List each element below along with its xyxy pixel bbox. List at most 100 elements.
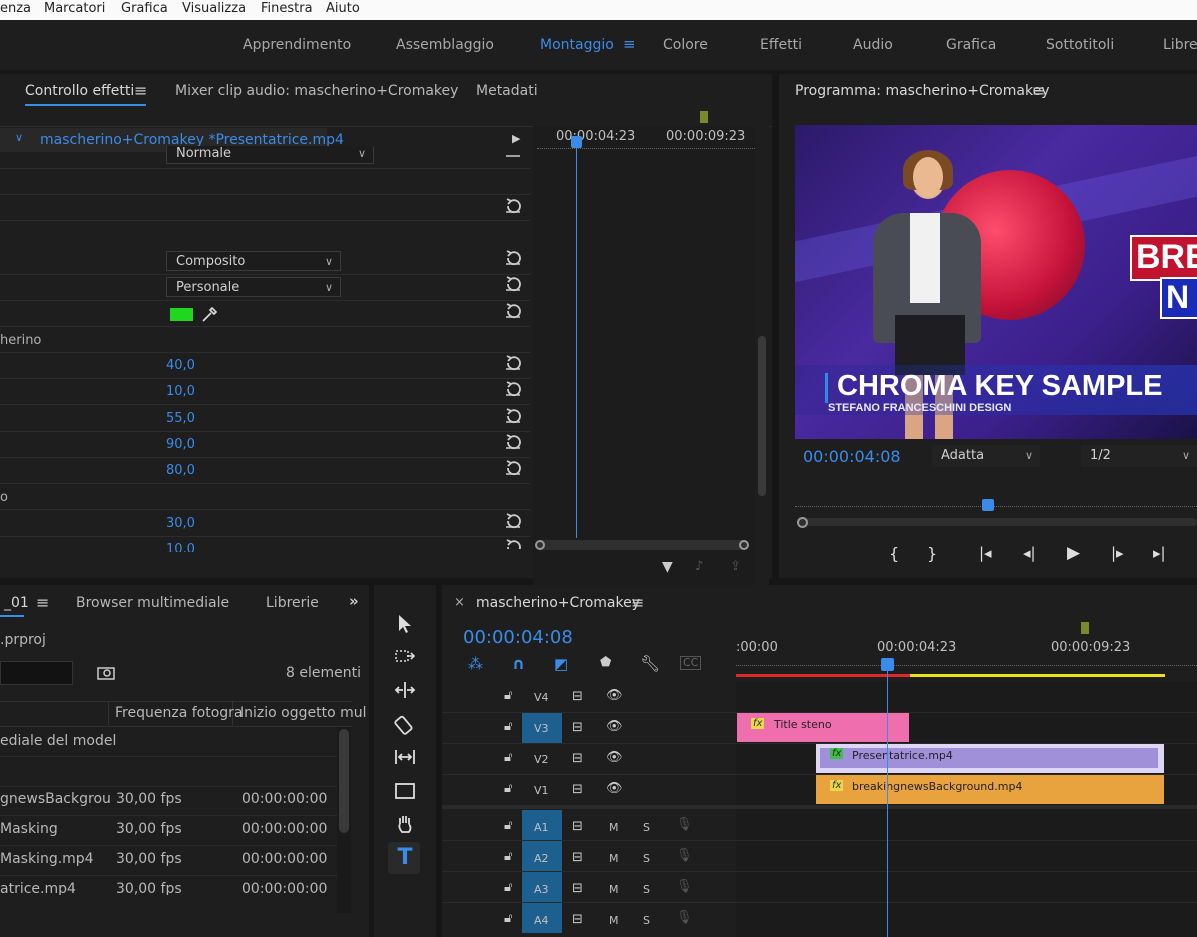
reset-icon[interactable] <box>503 355 523 371</box>
more-panels-icon[interactable]: » <box>349 592 359 610</box>
timeline-ruler[interactable] <box>736 665 1197 672</box>
param-value-6[interactable]: 30,0 <box>166 516 195 531</box>
menu-item-finestra[interactable]: Finestra <box>261 0 313 18</box>
magnet-icon[interactable]: ∩ <box>512 654 525 673</box>
eye-icon[interactable]: 👁︎ <box>606 688 623 703</box>
track-select-tool-icon[interactable] <box>393 645 417 669</box>
reset-icon[interactable] <box>503 276 523 292</box>
key-color-swatch[interactable] <box>170 308 193 321</box>
panel-menu-icon[interactable]: ≡ <box>1032 81 1045 100</box>
workspace-audio[interactable]: Audio <box>853 37 893 53</box>
effect-scrollbar-thumb[interactable] <box>758 336 766 496</box>
step-forward-icon[interactable]: |▸ <box>1111 544 1124 562</box>
menu-item-grafica[interactable]: Grafica <box>121 0 168 18</box>
personale-dropdown[interactable]: Personale ∨ <box>166 277 341 297</box>
blend-mode-dropdown[interactable]: Normale ∨ <box>166 146 374 164</box>
tab-effect-controls[interactable]: Controllo effetti <box>25 83 134 99</box>
param-value-7[interactable]: 10,0 <box>166 542 195 552</box>
workspace-montaggio[interactable]: Montaggio <box>540 37 614 53</box>
play-clip-icon[interactable]: ▶ <box>512 132 520 145</box>
reset-icon[interactable] <box>503 381 523 397</box>
lock-icon[interactable]: 🔓︎ <box>504 818 512 833</box>
project-row-name[interactable]: atrice.mp4 <box>0 881 76 895</box>
microphone-icon[interactable]: 🎙︎ <box>676 848 693 863</box>
solo-button[interactable]: S <box>643 883 650 896</box>
effect-scrollbar-track[interactable] <box>755 126 769 596</box>
sync-lock-icon[interactable]: ⊟ <box>572 850 583 865</box>
lock-icon[interactable]: 🔓︎ <box>504 719 512 734</box>
reset-icon[interactable] <box>503 408 523 424</box>
eye-icon[interactable]: 👁︎ <box>606 719 623 734</box>
program-playhead[interactable] <box>982 499 994 511</box>
solo-button[interactable]: S <box>643 852 650 865</box>
reset-icon[interactable] <box>503 303 523 319</box>
rectangle-tool-icon[interactable] <box>393 779 417 803</box>
play-icon[interactable]: ▶ <box>1067 543 1080 563</box>
col-media-start[interactable]: Inizio oggetto mul <box>240 705 367 721</box>
sync-lock-icon[interactable]: ⊟ <box>572 751 583 766</box>
workspace-apprendimento[interactable]: Apprendimento <box>243 37 351 53</box>
mark-in-icon[interactable]: { <box>889 544 899 563</box>
workspace-colore[interactable]: Colore <box>663 37 708 53</box>
mute-button[interactable]: M <box>609 883 619 896</box>
panel-menu-icon[interactable]: ≡ <box>631 593 644 612</box>
param-value-1[interactable]: 40,0 <box>166 358 195 373</box>
project-row-name[interactable]: Masking <box>0 821 58 837</box>
filter-icon[interactable]: ▼ <box>662 559 673 575</box>
clip-title-steno[interactable]: fx Title steno <box>737 713 909 742</box>
type-tool-icon[interactable]: T <box>393 846 417 870</box>
eyedropper-icon[interactable] <box>200 306 218 324</box>
track-label-v1[interactable]: V1 <box>534 784 549 797</box>
selection-tool-icon[interactable] <box>393 612 417 636</box>
ripple-edit-tool-icon[interactable] <box>393 678 417 702</box>
lock-icon[interactable]: 🔓︎ <box>504 781 512 796</box>
menu-item-enza[interactable]: enza <box>0 0 31 18</box>
program-video-frame[interactable]: BREA N CHROMA KEY SAMPLE STEFANO FRANCES… <box>795 125 1197 439</box>
mark-out-icon[interactable]: } <box>927 544 937 563</box>
workspace-assemblaggio[interactable]: Assemblaggio <box>396 37 494 53</box>
workspace-sottotitoli[interactable]: Sottotitoli <box>1046 37 1114 53</box>
lock-icon[interactable]: 🔓︎ <box>504 750 512 765</box>
mute-button[interactable]: M <box>609 914 619 927</box>
reset-icon[interactable] <box>503 434 523 450</box>
eye-icon[interactable]: 👁︎ <box>606 781 623 796</box>
tab-sequence[interactable]: mascherino+Cromakey <box>476 595 640 611</box>
zoom-handle-right[interactable] <box>739 540 749 550</box>
step-back-icon[interactable]: ◂| <box>1023 544 1036 562</box>
clip-presentatrice[interactable]: fx Presentatrice.mp4 <box>816 744 1164 773</box>
sync-lock-icon[interactable]: ⊟ <box>572 912 583 927</box>
workspace-menu-icon[interactable]: ≡ <box>623 35 636 53</box>
menu-item-aiuto[interactable]: Aiuto <box>326 0 360 18</box>
close-icon[interactable]: × <box>454 595 465 610</box>
folder-row[interactable]: ediale del model <box>0 733 116 749</box>
project-row-name[interactable]: gnewsBackgrou <box>0 791 111 807</box>
project-row-name[interactable]: Masking.mp4 <box>0 851 94 867</box>
zoom-scrollbar[interactable] <box>536 540 749 550</box>
clip-background[interactable]: fx breakingnewsBackground.mp4 <box>816 775 1164 804</box>
hand-tool-icon[interactable] <box>393 812 417 836</box>
tab-project[interactable]: _01 <box>4 595 29 611</box>
workspace-effetti[interactable]: Effetti <box>760 37 802 53</box>
project-search-input[interactable] <box>0 661 73 685</box>
slip-tool-icon[interactable] <box>393 745 417 769</box>
param-value-5[interactable]: 80,0 <box>166 463 195 478</box>
program-scroll-handle[interactable] <box>797 517 808 528</box>
lock-icon[interactable]: 🔓︎ <box>504 911 512 926</box>
sync-lock-icon[interactable]: ⊟ <box>572 819 583 834</box>
timeline-timecode[interactable]: 00:00:04:08 <box>463 627 573 648</box>
wrench-icon[interactable]: 🔧︎ <box>640 654 660 673</box>
sync-lock-icon[interactable]: ⊟ <box>572 881 583 896</box>
linked-selection-icon[interactable]: ◩ <box>554 655 568 673</box>
tab-media-browser[interactable]: Browser multimediale <box>76 595 229 611</box>
menu-item-marcatori[interactable]: Marcatori <box>44 0 105 18</box>
solo-button[interactable]: S <box>643 821 650 834</box>
reset-icon[interactable] <box>503 513 523 529</box>
track-label-a3[interactable]: A3 <box>534 883 549 896</box>
audio-icon[interactable]: ♪ <box>695 559 703 574</box>
project-scrollbar-thumb[interactable] <box>339 729 349 833</box>
track-label-v4[interactable]: V4 <box>534 691 549 704</box>
lock-icon[interactable]: 🔓︎ <box>504 849 512 864</box>
sync-lock-icon[interactable]: ⊟ <box>572 689 583 704</box>
razor-tool-icon[interactable] <box>393 712 417 736</box>
track-label-a2[interactable]: A2 <box>534 852 549 865</box>
